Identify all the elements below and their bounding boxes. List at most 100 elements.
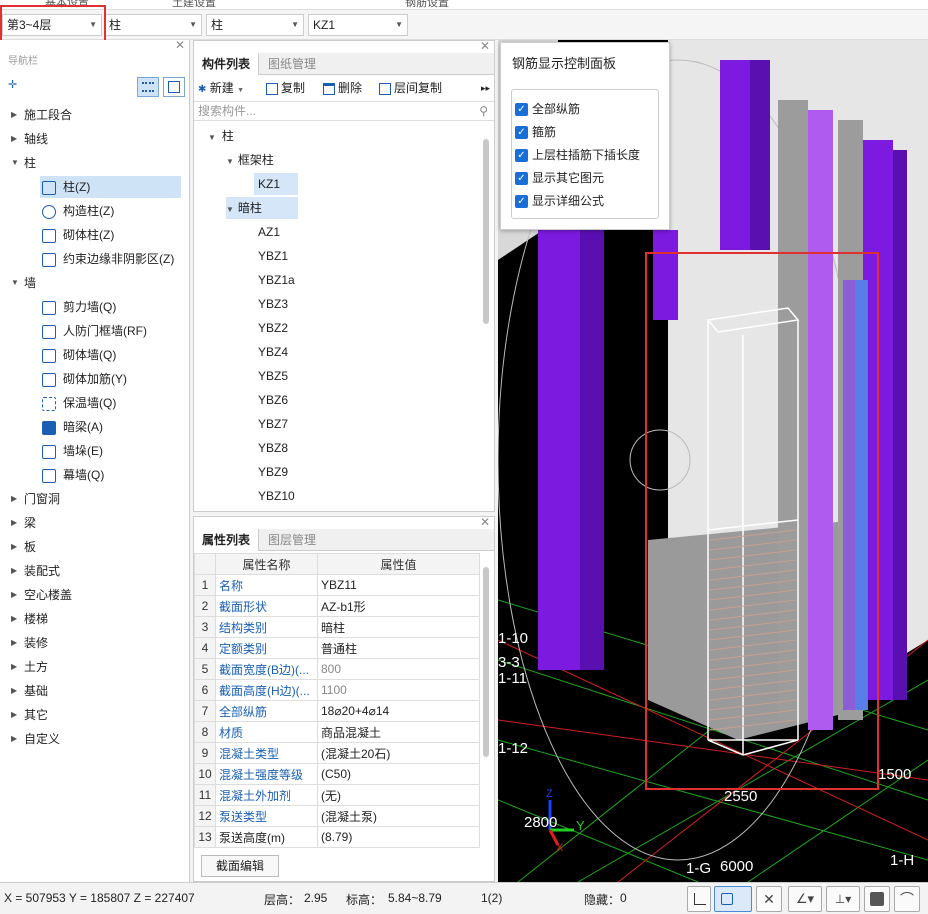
property-value[interactable]: (混凝土20石) [317,742,480,764]
property-value[interactable]: AZ-b1形 [317,595,480,617]
property-row[interactable]: 8 材质 商品混凝土 [194,721,480,743]
property-row[interactable]: 7 全部纵筋 18⌀20+4⌀14 [194,700,480,722]
property-row[interactable]: 4 定额类别 普通柱 [194,637,480,659]
option-stirrup[interactable]: ✓ 箍筋 [515,122,556,142]
nav-group-other[interactable]: ▶ 其它 [0,703,189,727]
delete-button[interactable]: 删除 [323,79,362,97]
property-value[interactable]: (8.79) [317,826,480,848]
tree-item[interactable]: YBZ6 [258,389,288,411]
section-edit-button[interactable]: 截面编辑 [201,855,279,877]
property-row[interactable]: 2 截面形状 AZ-b1形 [194,595,480,617]
nav-group-prefab[interactable]: ▶ 装配式 [0,559,189,583]
property-row[interactable]: 11 混凝土外加剂 (无) [194,784,480,806]
property-value[interactable]: 18⌀20+4⌀14 [317,700,480,722]
nav-group-beam[interactable]: ▶ 梁 [0,511,189,535]
nav-item-masonry-column[interactable]: 砌体柱(Z) [42,224,114,246]
nav-group-slab[interactable]: ▶ 板 [0,535,189,559]
arc-icon[interactable]: ⌒ [894,886,920,912]
component-scrollbar[interactable] [483,139,489,324]
property-row[interactable]: 6 截面高度(H边)(... 1100 [194,679,480,701]
nav-item-masonry-rebar[interactable]: 砌体加筋(Y) [42,368,127,390]
tab-component-list[interactable]: 构件列表 [194,53,260,75]
property-value[interactable]: 普通柱 [317,637,480,659]
category-select[interactable]: 柱 ▼ [104,14,202,36]
floor-copy-button[interactable]: 层间复制 [379,79,442,97]
property-value[interactable]: YBZ11 [317,574,480,596]
tree-item[interactable]: YBZ1a [258,269,295,291]
nav-item-column[interactable]: 柱(Z) [40,176,181,198]
cross-icon[interactable]: ✕ [756,886,782,912]
tree-item[interactable]: YBZ5 [258,365,288,387]
type-select[interactable]: 柱 ▼ [206,14,304,36]
ortho-icon[interactable] [687,886,711,912]
tree-item[interactable]: YBZ7 [258,413,288,435]
tree-root-column[interactable]: ▼ 柱 [208,125,234,147]
tree-item[interactable]: YBZ10 [258,485,295,507]
close-icon[interactable]: ✕ [480,515,490,529]
property-row[interactable]: 5 截面宽度(B边)(... 800 [194,658,480,680]
tree-item[interactable]: YBZ8 [258,437,288,459]
nav-group-column[interactable]: ▼ 柱 [0,151,189,175]
option-all-longitudinal[interactable]: ✓ 全部纵筋 [515,99,580,119]
tree-item[interactable]: YBZ4 [258,341,288,363]
tree-item[interactable]: AZ1 [258,221,280,243]
tree-item-kz1[interactable]: KZ1 [254,173,298,195]
angle-icon[interactable]: ∠▾ [788,886,822,912]
tab-rebar-settings[interactable]: 钢筋设置 [405,0,449,9]
detail-view-icon[interactable] [163,77,185,97]
property-row[interactable]: 12 泵送类型 (混凝土泵) [194,805,480,827]
nav-item-constraint-edge[interactable]: 约束边缘非阴影区(Z) [42,248,174,270]
option-dowel-length[interactable]: ✓ 上层柱插筋下插长度 [515,145,640,165]
tree-item[interactable]: YBZ1 [258,245,288,267]
nav-item-wall-pier[interactable]: 墙垛(E) [42,440,103,462]
nav-item-masonry-wall[interactable]: 砌体墙(Q) [42,344,116,366]
nav-item-insulation-wall[interactable]: 保温墙(Q) [42,392,116,414]
tree-hidden-column[interactable]: ▼ 暗柱 [226,197,298,219]
tab-basic-settings[interactable]: 基本设置 [45,0,89,9]
nav-item-construct-column[interactable]: 构造柱(Z) [42,200,114,222]
nav-group-stairs[interactable]: ▶ 楼梯 [0,607,189,631]
option-detailed-formula[interactable]: ✓ 显示详细公式 [515,191,604,211]
copy-button[interactable]: 复制 [266,79,305,97]
property-value[interactable]: 1100 [317,679,480,701]
tab-layer-management[interactable]: 图层管理 [260,529,324,551]
property-value[interactable]: 暗柱 [317,616,480,638]
property-row[interactable]: 13 泵送高度(m) (8.79) [194,826,480,848]
property-row[interactable]: 3 结构类别 暗柱 [194,616,480,638]
tab-drawing-management[interactable]: 图纸管理 [260,53,324,75]
property-row[interactable]: 10 混凝土强度等级 (C50) [194,763,480,785]
nav-item-hidden-beam[interactable]: 暗梁(A) [42,416,103,438]
nav-group-construction[interactable]: ▶ 施工段合 [0,103,189,127]
nav-group-custom[interactable]: ▶ 自定义 [0,727,189,751]
more-icon[interactable]: ▸▸ [481,79,490,97]
list-view-icon[interactable] [137,77,159,97]
nav-group-wall[interactable]: ▼ 墙 [0,271,189,295]
option-other-elements[interactable]: ✓ 显示其它图元 [515,168,604,188]
property-value[interactable]: (混凝土泵) [317,805,480,827]
nav-item-civil-defense-wall[interactable]: 人防门框墙(RF) [42,320,147,342]
floor-select[interactable]: 第3~4层 ▼ [2,14,102,36]
close-icon[interactable]: ✕ [175,38,185,52]
component-select[interactable]: KZ1 ▼ [308,14,408,36]
tree-frame-column[interactable]: ▼ 框架柱 [226,149,274,171]
snap-toggle[interactable] [714,886,752,912]
nav-group-earthwork[interactable]: ▶ 土方 [0,655,189,679]
component-search-input[interactable]: 搜索构件... ⚲ [194,101,494,121]
property-row[interactable]: 9 混凝土类型 (混凝土20石) [194,742,480,764]
nav-group-foundation[interactable]: ▶ 基础 [0,679,189,703]
nav-item-curtain-wall[interactable]: 幕墙(Q) [42,464,104,486]
offset-icon[interactable]: ⊥▾ [826,886,860,912]
property-value[interactable]: (无) [317,784,480,806]
tab-civil-settings[interactable]: 土建设置 [172,0,216,9]
nav-group-hollow-floor[interactable]: ▶ 空心楼盖 [0,583,189,607]
nav-group-decoration[interactable]: ▶ 装修 [0,631,189,655]
pin-icon[interactable]: ✛ [8,78,17,91]
tab-property-list[interactable]: 属性列表 [194,529,260,551]
tree-item[interactable]: YBZ2 [258,317,288,339]
nav-item-shear-wall[interactable]: 剪力墙(Q) [42,296,116,318]
property-value[interactable]: (C50) [317,763,480,785]
tree-item[interactable]: YBZ9 [258,461,288,483]
property-value[interactable]: 800 [317,658,480,680]
new-button[interactable]: ✱ 新建 ▼ [198,79,244,97]
property-row[interactable]: 1 名称 YBZ11 [194,574,480,596]
